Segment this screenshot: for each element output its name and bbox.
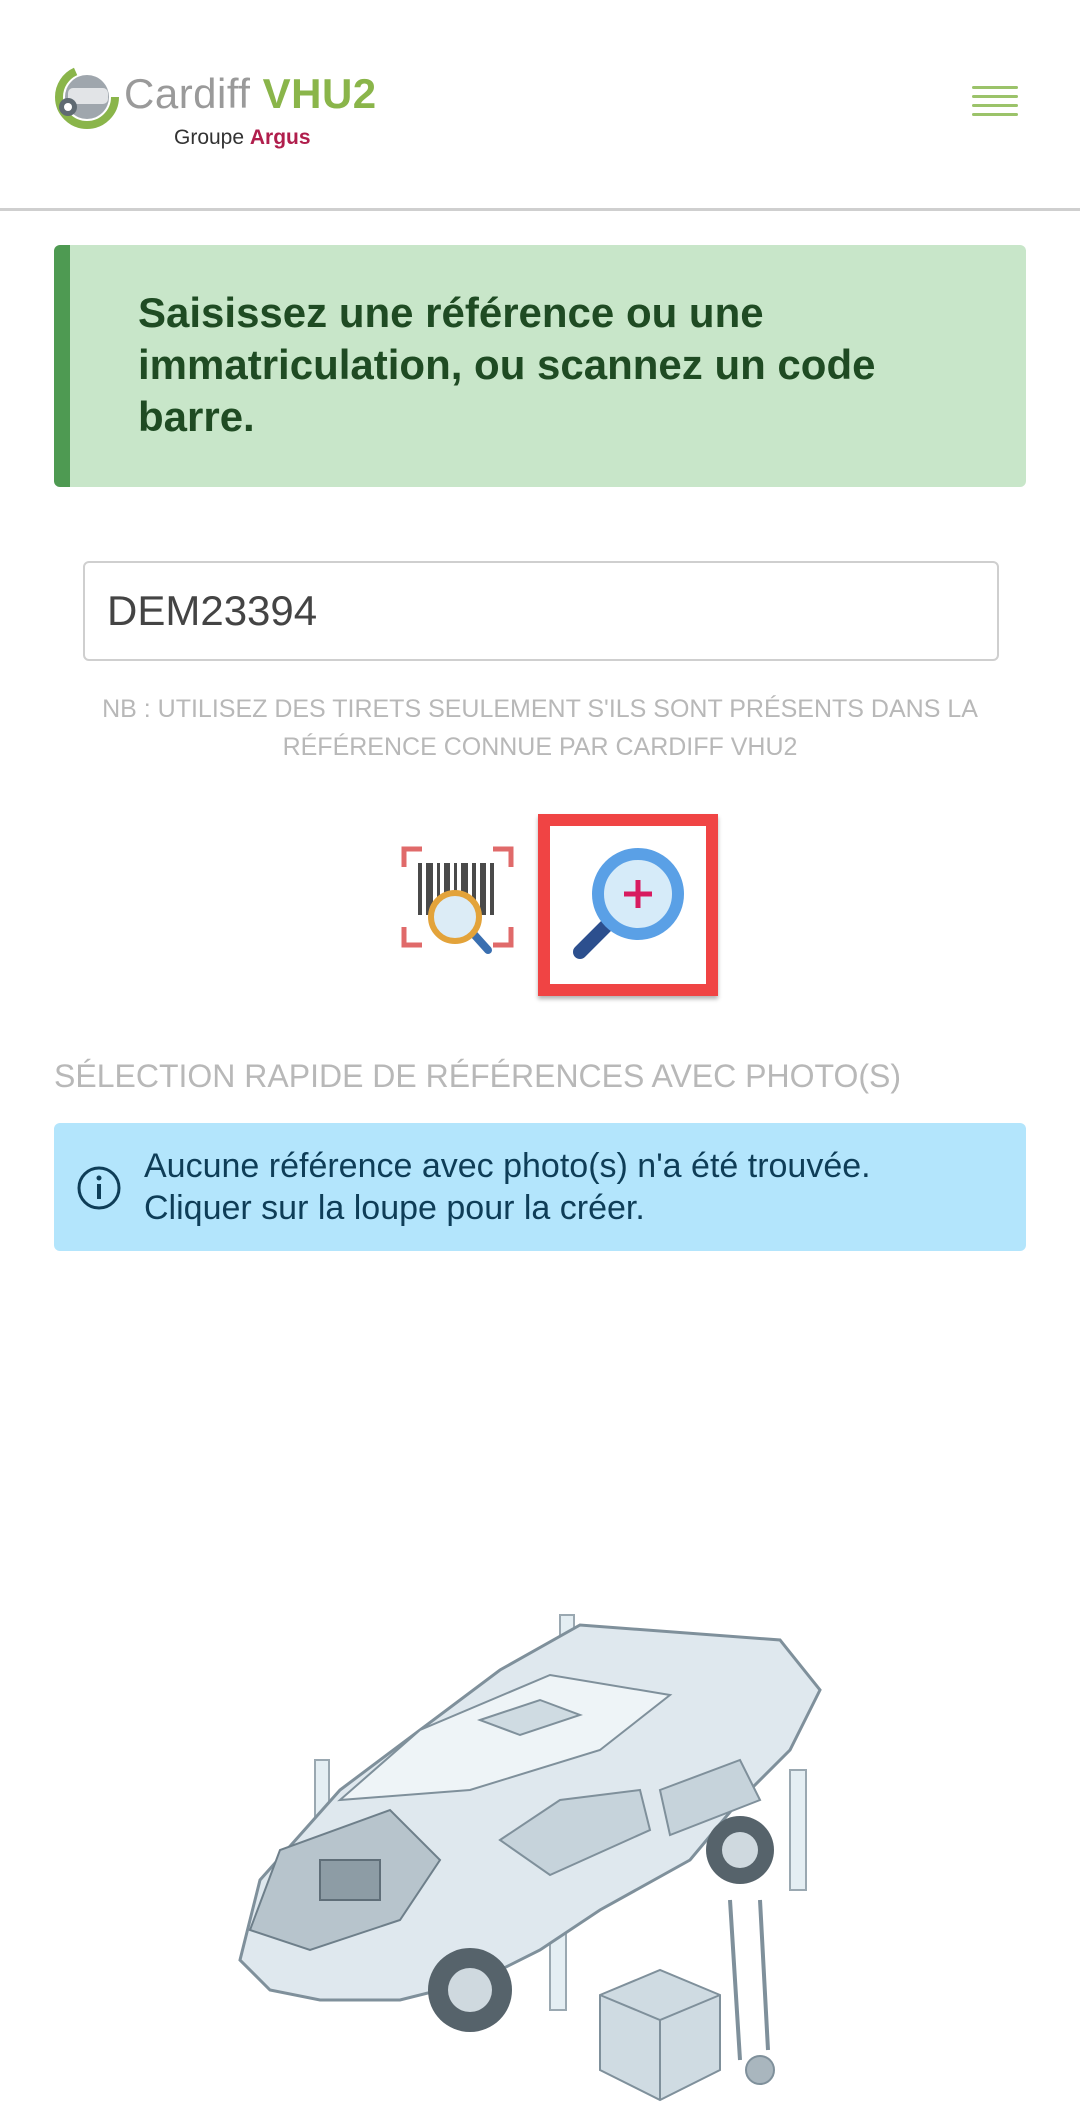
info-message: Aucune référence avec photo(s) n'a été t…: [144, 1145, 871, 1229]
car-on-lift-illustration: [238, 1614, 822, 2102]
cardiff-logo[interactable]: Cardiff VHU2 Groupe Argus: [54, 62, 394, 162]
logo-tagline: Groupe Argus: [174, 126, 311, 149]
instruction-banner: Saisissez une référence ou une immatricu…: [54, 245, 1026, 487]
reference-input[interactable]: [83, 561, 999, 661]
app-header: Cardiff VHU2 Groupe Argus: [0, 0, 1080, 211]
quick-select-title: SÉLECTION RAPIDE DE RÉFÉRENCES AVEC PHOT…: [54, 1058, 901, 1094]
logo-emblem-icon: [55, 65, 119, 129]
info-line-1: Aucune référence avec photo(s) n'a été t…: [144, 1147, 871, 1185]
info-alert: Aucune référence avec photo(s) n'a été t…: [54, 1123, 1026, 1251]
info-icon: [77, 1166, 121, 1210]
magnifier-plus-icon[interactable]: [538, 814, 718, 996]
banner-text: Saisissez une référence ou une immatricu…: [138, 289, 876, 440]
info-line-2: Cliquer sur la loupe pour la créer.: [144, 1189, 645, 1227]
hamburger-icon[interactable]: [972, 86, 1018, 122]
logo-wordmark: Cardiff VHU2: [124, 70, 377, 117]
input-hint: NB : UTILISEZ DES TIRETS SEULEMENT S'ILS…: [102, 695, 978, 761]
barcode-scan-icon[interactable]: [400, 845, 515, 960]
